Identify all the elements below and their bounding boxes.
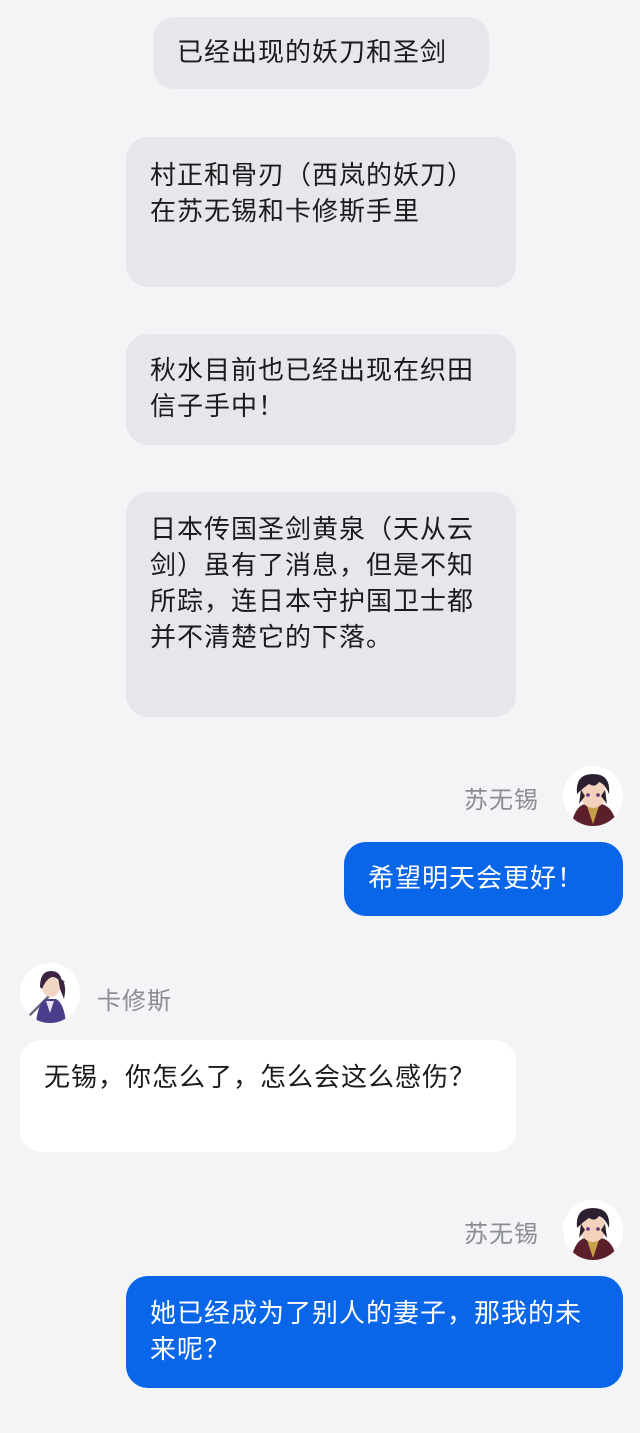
my-message-bubble: 希望明天会更好！ — [344, 842, 623, 916]
narration-text: 秋水目前也已经出现在织田信子手中！ — [150, 356, 475, 422]
message-text: 希望明天会更好！ — [368, 864, 585, 894]
sender-name: 苏无锡 — [464, 786, 539, 814]
narration-bubble: 村正和骨刃（西岚的妖刀）在苏无锡和卡修斯手里 — [126, 137, 516, 287]
narration-bubble: 已经出现的妖刀和圣剑 — [153, 17, 489, 89]
other-message-bubble: 无锡，你怎么了，怎么会这么感伤？ — [20, 1040, 516, 1152]
dark-haired-character-avatar-icon[interactable] — [563, 1200, 623, 1260]
dark-haired-character-avatar-icon[interactable] — [563, 766, 623, 826]
message-text: 她已经成为了别人的妻子，那我的未来呢？ — [150, 1299, 583, 1365]
narration-text: 日本传国圣剑黄泉（天从云剑）虽有了消息，但是不知所踪，连日本守护国卫士都并不清楚… — [150, 515, 475, 653]
sender-name: 苏无锡 — [464, 1220, 539, 1248]
message-text: 无锡，你怎么了，怎么会这么感伤？ — [44, 1063, 477, 1093]
narration-text: 已经出现的妖刀和圣剑 — [177, 38, 448, 68]
my-message-bubble: 她已经成为了别人的妻子，那我的未来呢？ — [126, 1276, 623, 1388]
narration-bubble: 秋水目前也已经出现在织田信子手中！ — [126, 334, 516, 445]
narration-bubble: 日本传国圣剑黄泉（天从云剑）虽有了消息，但是不知所踪，连日本守护国卫士都并不清楚… — [126, 492, 516, 717]
sender-name: 卡修斯 — [97, 987, 172, 1015]
swordsman-character-avatar-icon[interactable] — [20, 963, 80, 1023]
narration-text: 村正和骨刃（西岚的妖刀）在苏无锡和卡修斯手里 — [150, 161, 475, 227]
